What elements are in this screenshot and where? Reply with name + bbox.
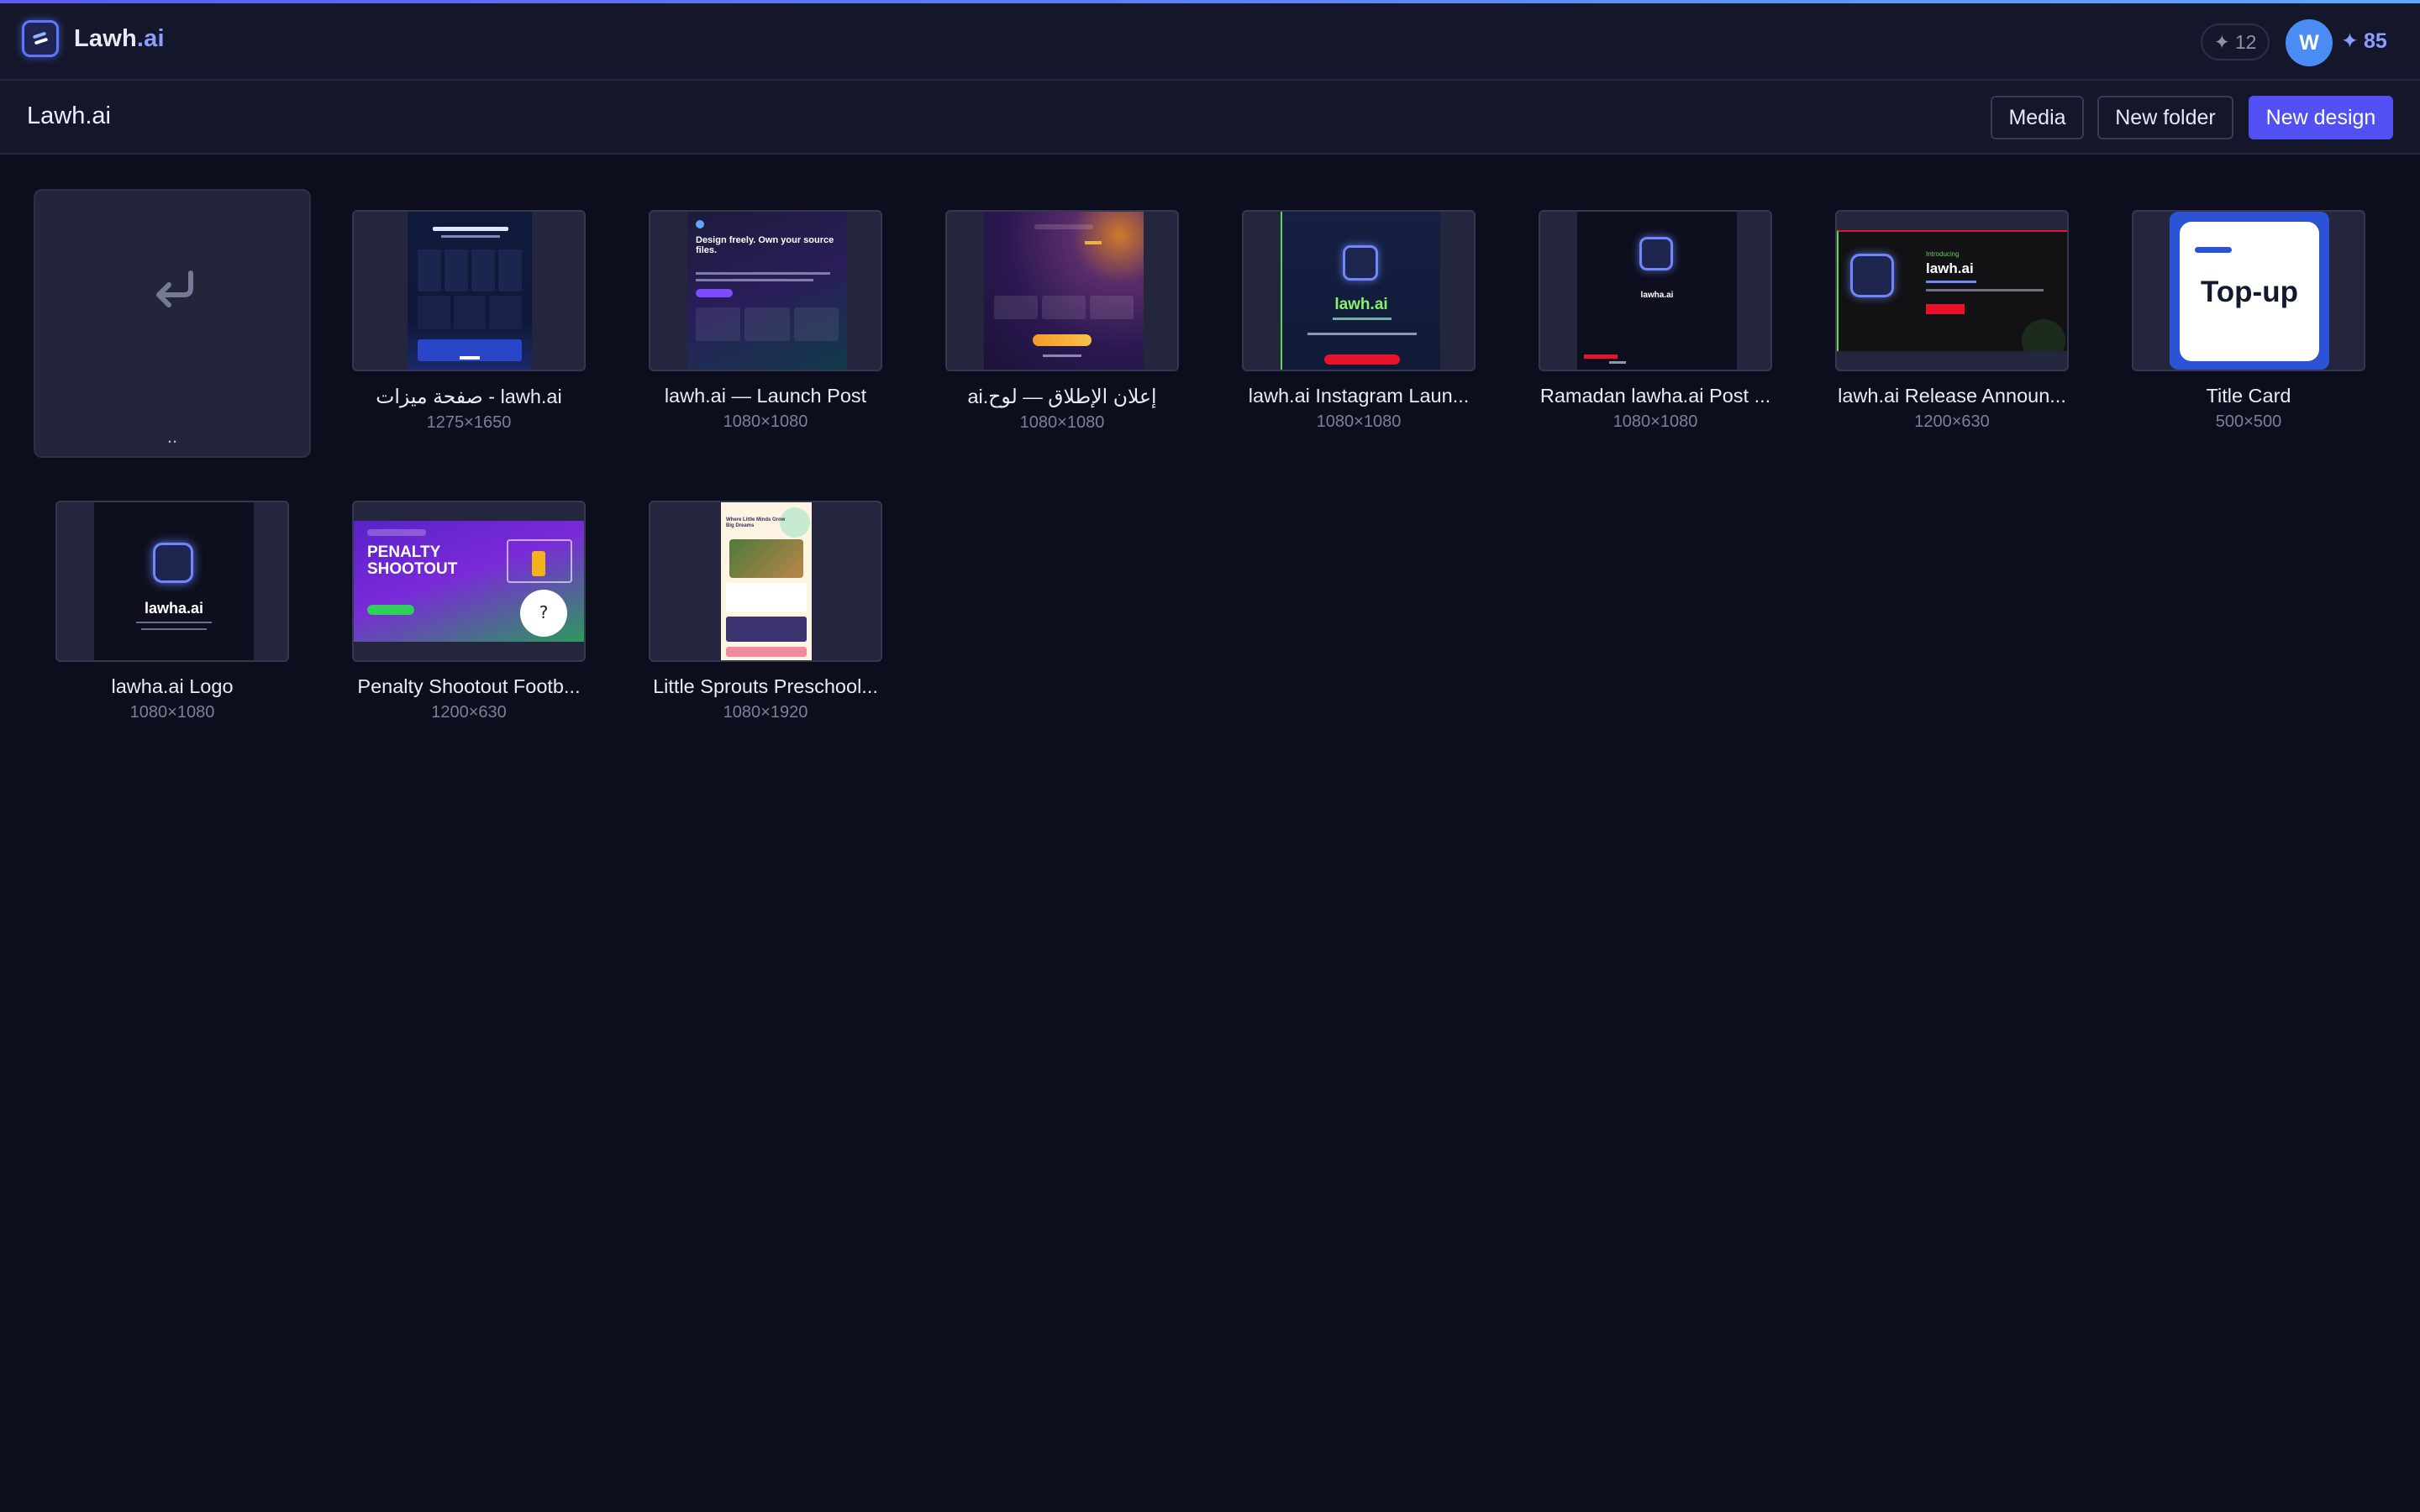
design-card[interactable]: lawha.ai lawha.ai Logo 1080×1080 bbox=[55, 501, 289, 722]
design-thumbnail: Introducing lawh.ai bbox=[1835, 210, 2069, 371]
design-name: إعلان الإطلاق — لوح.ai bbox=[967, 386, 1157, 407]
design-thumbnail bbox=[352, 210, 586, 371]
launch-post-headline: Design freely. Own your source files. bbox=[696, 235, 834, 255]
folder-toolbar: Lawh.ai Media New folder New design bbox=[0, 81, 2420, 155]
page-title: Lawh.ai bbox=[27, 102, 111, 129]
design-dimensions: 1080×1920 bbox=[723, 703, 808, 722]
design-dimensions: 1080×1080 bbox=[1019, 413, 1105, 432]
penalty-title: PENALTY SHOOTOUT bbox=[367, 543, 458, 578]
design-card[interactable]: Where Little Minds Grow Big Dreams Littl… bbox=[649, 501, 882, 722]
design-name: lawh.ai — Launch Post bbox=[664, 385, 867, 407]
ramadan-brand: lawha.ai bbox=[1640, 291, 1674, 300]
design-dimensions: 1080×1080 bbox=[723, 412, 808, 431]
design-card[interactable]: Top-up Title Card 500×500 bbox=[2132, 210, 2365, 432]
design-thumbnail: Top-up bbox=[2132, 210, 2365, 371]
brand-logo-icon bbox=[22, 20, 59, 57]
design-dimensions: 1200×630 bbox=[431, 703, 507, 722]
parent-folder-tile[interactable]: .. bbox=[34, 189, 311, 458]
design-thumbnail: lawha.ai bbox=[1539, 210, 1772, 371]
design-card[interactable]: lawha.ai Ramadan lawha.ai Post ... 1080×… bbox=[1539, 210, 1772, 432]
return-arrow-icon bbox=[156, 270, 193, 307]
sprouts-headline: Where Little Minds Grow Big Dreams bbox=[726, 517, 786, 528]
user-avatar[interactable]: W bbox=[2286, 19, 2333, 66]
design-thumbnail: PENALTY SHOOTOUT ? bbox=[352, 501, 586, 662]
design-name: lawh.ai Instagram Laun... bbox=[1248, 385, 1470, 407]
help-icon: ? bbox=[520, 590, 567, 637]
design-dimensions: 1080×1080 bbox=[1316, 412, 1402, 431]
credits-pill[interactable]: ✦ 12 bbox=[2201, 24, 2270, 60]
design-card[interactable]: صفحة ميزات - lawh.ai 1275×1650 bbox=[352, 210, 586, 433]
design-name: lawh.ai Release Announ... bbox=[1838, 385, 2066, 407]
brand-name: Lawh.ai bbox=[74, 24, 165, 52]
design-name: صفحة ميزات - lawh.ai bbox=[376, 386, 562, 407]
instagram-brand: lawh.ai bbox=[1334, 296, 1388, 313]
design-name: Penalty Shootout Footb... bbox=[357, 675, 581, 697]
design-card[interactable]: Design freely. Own your source files. la… bbox=[649, 210, 882, 432]
design-thumbnail: lawha.ai bbox=[55, 501, 289, 662]
design-name: lawha.ai Logo bbox=[111, 675, 234, 697]
design-dimensions: 1080×1080 bbox=[129, 703, 215, 722]
brand[interactable]: Lawh.ai bbox=[22, 20, 165, 57]
design-card[interactable]: إعلان الإطلاق — لوح.ai 1080×1080 bbox=[945, 210, 1179, 433]
design-dimensions: 1080×1080 bbox=[1612, 412, 1698, 431]
new-design-button[interactable]: New design bbox=[2249, 96, 2393, 139]
design-card[interactable]: Introducing lawh.ai lawh.ai Release Anno… bbox=[1835, 210, 2069, 432]
design-thumbnail: Design freely. Own your source files. bbox=[649, 210, 882, 371]
points-balance[interactable]: ✦ 85 bbox=[2341, 29, 2387, 54]
design-name: Ramadan lawha.ai Post ... bbox=[1539, 385, 1771, 407]
design-dimensions: 1200×630 bbox=[1914, 412, 1990, 431]
release-brand: lawh.ai bbox=[1926, 260, 1974, 276]
title-card-text: Top-up bbox=[2201, 276, 2298, 308]
points-count: 85 bbox=[2363, 29, 2387, 53]
design-dimensions: 500×500 bbox=[2215, 412, 2282, 431]
parent-folder-label: .. bbox=[166, 426, 178, 447]
release-intro: Introducing bbox=[1926, 250, 1960, 258]
credits-count: 12 bbox=[2234, 30, 2257, 53]
design-card[interactable]: PENALTY SHOOTOUT ? Penalty Shootout Foot… bbox=[352, 501, 586, 722]
media-button[interactable]: Media bbox=[1991, 96, 2084, 139]
design-dimensions: 1275×1650 bbox=[426, 413, 512, 432]
design-name: Title Card bbox=[2206, 385, 2291, 407]
app-header: Lawh.ai ✦ 12 W ✦ 85 bbox=[0, 3, 2420, 81]
sparkle-icon: ✦ bbox=[2341, 29, 2359, 53]
design-card[interactable]: lawh.ai lawh.ai Instagram Laun... 1080×1… bbox=[1242, 210, 1476, 432]
design-grid: .. صفحة ميزات - lawh.ai 1275×1650 Design… bbox=[0, 155, 2420, 1512]
sparkle-icon: ✦ bbox=[2213, 30, 2230, 53]
design-thumbnail bbox=[945, 210, 1179, 371]
logo-brand: lawha.ai bbox=[144, 600, 204, 617]
design-name: Little Sprouts Preschool... bbox=[653, 675, 878, 697]
design-thumbnail: Where Little Minds Grow Big Dreams bbox=[649, 501, 882, 662]
design-thumbnail: lawh.ai bbox=[1242, 210, 1476, 371]
new-folder-button[interactable]: New folder bbox=[2097, 96, 2233, 139]
